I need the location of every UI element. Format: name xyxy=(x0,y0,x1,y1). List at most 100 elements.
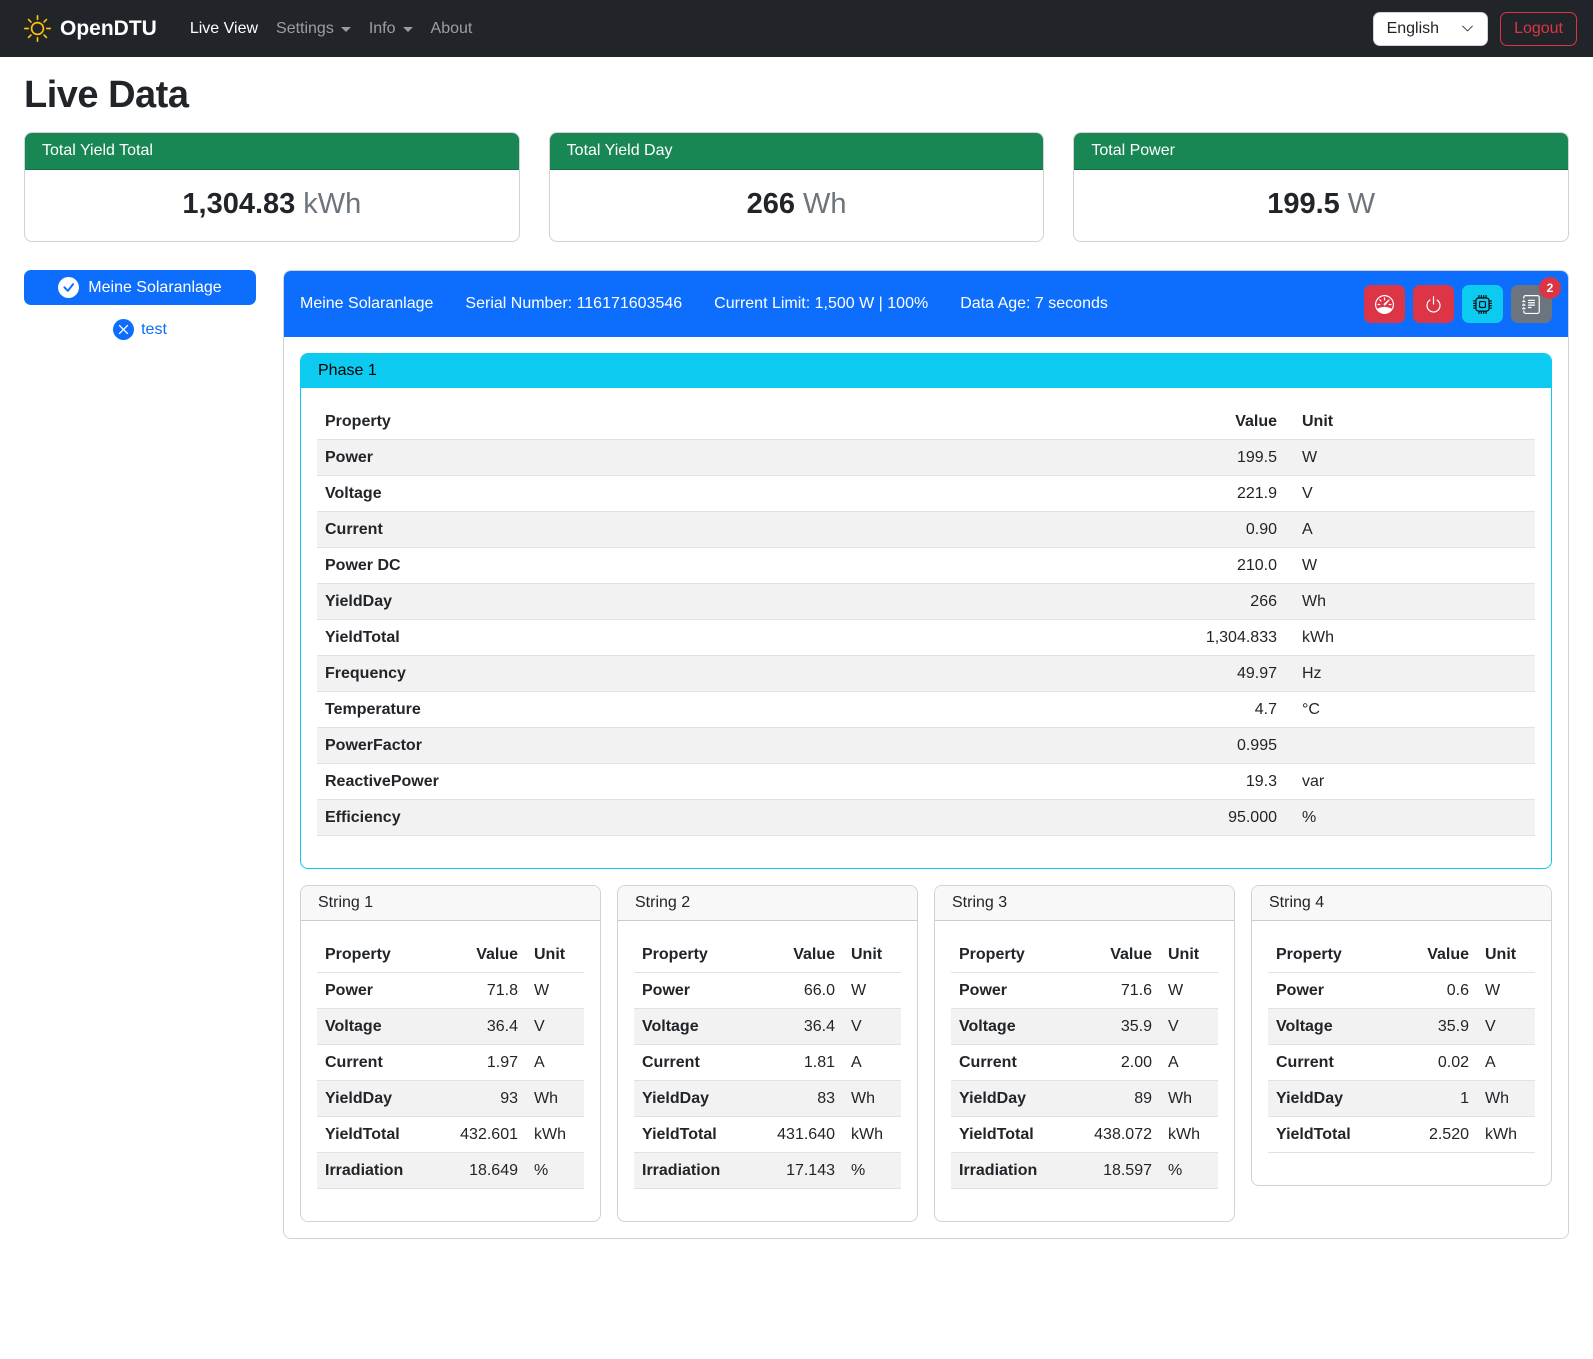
inverter-select-button[interactable]: Meine Solaranlage xyxy=(24,270,256,305)
table-row: ReactivePower19.3var xyxy=(317,764,1535,800)
string-table-container: PropertyValueUnitPower71.6WVoltage35.9VC… xyxy=(935,921,1234,1221)
property-cell: YieldTotal xyxy=(634,1117,751,1153)
table-row: Voltage36.4V xyxy=(317,1009,584,1045)
property-cell: PowerFactor xyxy=(317,728,896,764)
table-row: YieldTotal431.640kWh xyxy=(634,1117,901,1153)
table-row: YieldDay89Wh xyxy=(951,1081,1218,1117)
string-card-title: String 4 xyxy=(1252,886,1551,921)
unit-cell: Wh xyxy=(1477,1081,1535,1117)
sun-icon xyxy=(24,15,51,42)
inverter-name: Meine Solaranlage xyxy=(300,295,433,313)
property-cell: Current xyxy=(317,1045,434,1081)
unit-cell: V xyxy=(843,1009,901,1045)
unit-cell: Wh xyxy=(1160,1081,1218,1117)
value-cell: 1.97 xyxy=(434,1045,526,1081)
property-value-table: PropertyValueUnitPower71.8WVoltage36.4VC… xyxy=(317,937,584,1189)
nav-item-about[interactable]: About xyxy=(422,12,482,46)
power-icon xyxy=(1424,295,1443,314)
unit-cell: Wh xyxy=(843,1081,901,1117)
summary-card-value: 266 xyxy=(747,188,795,220)
column-header-value: Value xyxy=(896,404,1285,440)
string-card-2: String 2PropertyValueUnitPower66.0WVolta… xyxy=(617,885,918,1222)
table-row: Frequency49.97Hz xyxy=(317,656,1535,692)
property-cell: Irradiation xyxy=(317,1153,434,1189)
logout-button[interactable]: Logout xyxy=(1500,12,1577,46)
device-info-button[interactable] xyxy=(1462,285,1503,323)
property-cell: Power xyxy=(951,973,1068,1009)
string-table-container: PropertyValueUnitPower66.0WVoltage36.4VC… xyxy=(618,921,917,1221)
sidebar-item-test[interactable]: test xyxy=(24,319,256,340)
column-header-property: Property xyxy=(317,937,434,973)
table-row: Temperature4.7°C xyxy=(317,692,1535,728)
column-header-unit: Unit xyxy=(1285,404,1535,440)
nav-item-info-label: Info xyxy=(369,20,396,38)
table-row: Current0.02A xyxy=(1268,1045,1535,1081)
table-row: YieldTotal2.520kWh xyxy=(1268,1117,1535,1153)
table-row: Current2.00A xyxy=(951,1045,1218,1081)
table-row: YieldTotal438.072kWh xyxy=(951,1117,1218,1153)
property-cell: Irradiation xyxy=(951,1153,1068,1189)
table-row: Power0.6W xyxy=(1268,973,1535,1009)
unit-cell: Wh xyxy=(1285,584,1535,620)
unit-cell: % xyxy=(1285,800,1535,836)
table-row: PowerFactor0.995 xyxy=(317,728,1535,764)
nav-item-info[interactable]: Info xyxy=(360,12,422,46)
value-cell: 66.0 xyxy=(751,973,843,1009)
table-header-row: PropertyValueUnit xyxy=(951,937,1218,973)
summary-card-unit: kWh xyxy=(303,188,361,220)
unit-cell: V xyxy=(1160,1009,1218,1045)
cpu-icon xyxy=(1473,295,1492,314)
table-row: Power71.8W xyxy=(317,973,584,1009)
summary-card-value: 199.5 xyxy=(1267,188,1340,220)
summary-card-title: Total Power xyxy=(1074,133,1568,170)
summary-card-value: 1,304.83 xyxy=(182,188,295,220)
value-cell: 18.597 xyxy=(1068,1153,1160,1189)
unit-cell xyxy=(1285,728,1535,764)
nav-item-settings[interactable]: Settings xyxy=(267,12,360,46)
brand-label: OpenDTU xyxy=(60,17,157,41)
phase-1-table-container: PropertyValueUnitPower199.5WVoltage221.9… xyxy=(301,388,1551,868)
value-cell: 35.9 xyxy=(1396,1009,1477,1045)
string-card-title: String 2 xyxy=(618,886,917,921)
column-header-property: Property xyxy=(951,937,1068,973)
power-settings-button[interactable] xyxy=(1413,285,1454,323)
table-header-row: PropertyValueUnit xyxy=(317,404,1535,440)
table-row: YieldTotal1,304.833kWh xyxy=(317,620,1535,656)
column-header-unit: Unit xyxy=(1477,937,1535,973)
total-yield-total-card: Total Yield Total 1,304.83kWh xyxy=(24,132,520,242)
total-yield-day-card: Total Yield Day 266Wh xyxy=(549,132,1045,242)
value-cell: 95.000 xyxy=(896,800,1285,836)
table-row: Voltage35.9V xyxy=(1268,1009,1535,1045)
value-cell: 0.02 xyxy=(1396,1045,1477,1081)
unit-cell: V xyxy=(1285,476,1535,512)
property-cell: Power DC xyxy=(317,548,896,584)
property-cell: YieldTotal xyxy=(317,1117,434,1153)
summary-card-unit: W xyxy=(1348,188,1375,220)
value-cell: 17.143 xyxy=(751,1153,843,1189)
nav-item-live-view[interactable]: Live View xyxy=(181,12,267,46)
value-cell: 35.9 xyxy=(1068,1009,1160,1045)
property-cell: Current xyxy=(1268,1045,1396,1081)
value-cell: 1.81 xyxy=(751,1045,843,1081)
event-log-button[interactable]: 2 xyxy=(1511,285,1552,323)
summary-cards-row: Total Yield Total 1,304.83kWh Total Yiel… xyxy=(24,132,1569,242)
check-circle-icon xyxy=(58,277,79,298)
nav-item-settings-label: Settings xyxy=(276,20,334,38)
inverter-card-body: Phase 1 PropertyValueUnitPower199.5WVolt… xyxy=(284,337,1568,1238)
brand[interactable]: OpenDTU xyxy=(24,15,157,42)
limit-settings-button[interactable] xyxy=(1364,285,1405,323)
table-row: Power DC210.0W xyxy=(317,548,1535,584)
table-row: YieldDay93Wh xyxy=(317,1081,584,1117)
language-select[interactable]: English xyxy=(1373,12,1488,46)
value-cell: 266 xyxy=(896,584,1285,620)
value-cell: 210.0 xyxy=(896,548,1285,584)
property-cell: Power xyxy=(634,973,751,1009)
value-cell: 0.6 xyxy=(1396,973,1477,1009)
property-cell: Power xyxy=(317,973,434,1009)
summary-card-body: 199.5W xyxy=(1074,170,1568,241)
property-cell: Current xyxy=(634,1045,751,1081)
column-header-value: Value xyxy=(751,937,843,973)
unit-cell: kWh xyxy=(1285,620,1535,656)
unit-cell: W xyxy=(843,973,901,1009)
inverter-sidebar: Meine Solaranlage test xyxy=(24,270,256,340)
